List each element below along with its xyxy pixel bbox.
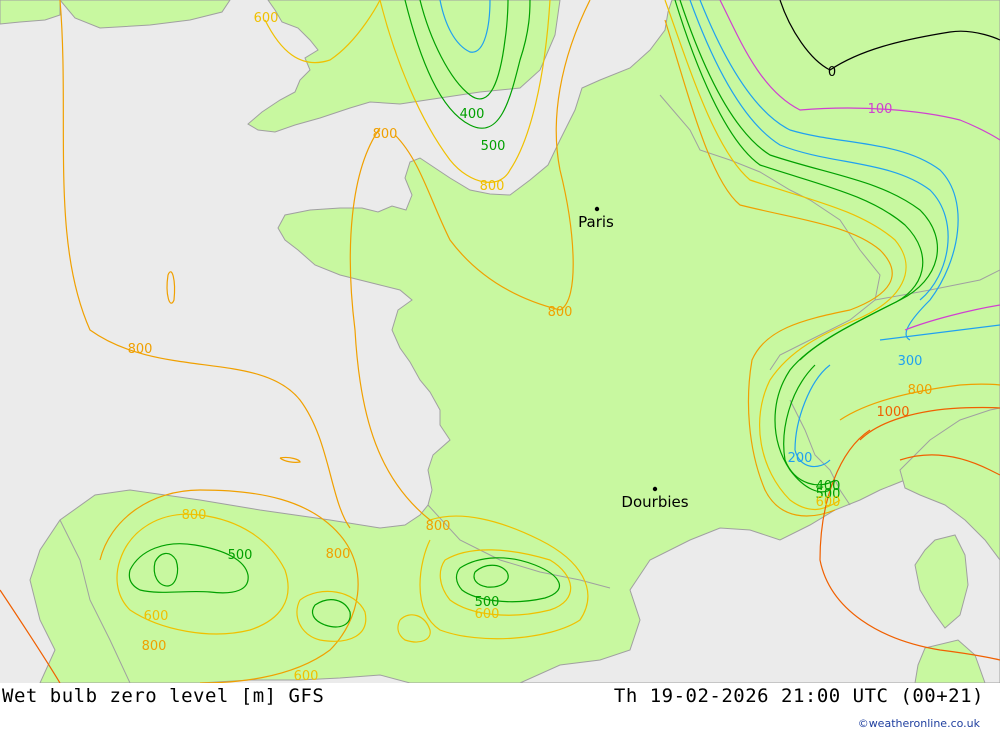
contour-label: 600 xyxy=(294,669,319,683)
contour-label: 800 xyxy=(128,342,153,357)
contour-label: 1000 xyxy=(876,405,909,420)
contour-label: 800 xyxy=(480,179,505,194)
map-panel: 600 800 400 500 800 800 800 0 100 300 80… xyxy=(0,0,1000,683)
contour-label: 600 xyxy=(254,11,279,26)
map-svg: 600 800 400 500 800 800 800 0 100 300 80… xyxy=(0,0,1000,683)
footer-bar: Wet bulb zero level [m] GFS Th 19-02-202… xyxy=(0,683,1000,733)
contour-label: 300 xyxy=(898,354,923,369)
contour-label: 800 xyxy=(142,639,167,654)
city-marker xyxy=(594,206,600,212)
contour-label: 600 xyxy=(144,609,169,624)
valid-time: Th 19-02-2026 21:00 UTC (00+21) xyxy=(613,685,984,707)
map-title: Wet bulb zero level [m] GFS xyxy=(2,685,325,707)
contour-label: 800 xyxy=(182,508,207,523)
city-marker xyxy=(652,486,658,492)
contour-label: 600 xyxy=(475,607,500,622)
city-label: Dourbies xyxy=(621,493,688,511)
contour-label: 100 xyxy=(868,102,893,117)
credit-link[interactable]: ©weatheronline.co.uk xyxy=(858,717,980,730)
contour-label: 400 xyxy=(460,107,485,122)
contour-label: 800 xyxy=(908,383,933,398)
contour-label: 600 xyxy=(816,495,841,510)
contour-label: 500 xyxy=(228,548,253,563)
contour-label: 800 xyxy=(426,519,451,534)
contour-label: 800 xyxy=(548,305,573,320)
city-label: Paris xyxy=(578,213,614,231)
contour-label: 800 xyxy=(326,547,351,562)
contour-label: 200 xyxy=(788,451,813,466)
contour-label: 800 xyxy=(373,127,398,142)
contour-label: 500 xyxy=(481,139,506,154)
contour-label: 0 xyxy=(828,65,836,80)
